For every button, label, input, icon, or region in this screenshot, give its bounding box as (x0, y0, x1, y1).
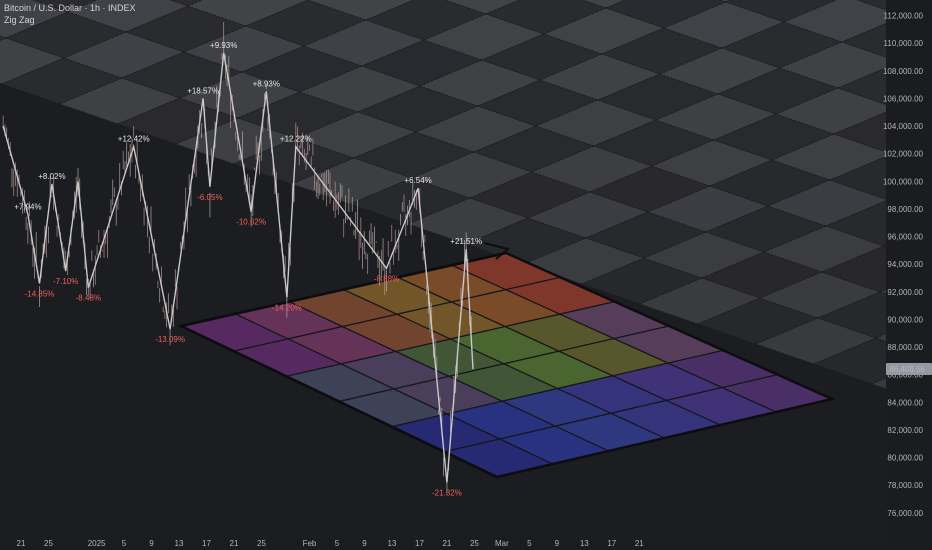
price-tick-label: 98,000.00 (887, 205, 923, 214)
zigzag-label: +12.42% (118, 135, 150, 144)
time-tick-label: 5 (122, 539, 127, 548)
current-price-label: 86,409.56 (889, 365, 925, 374)
price-tick-label: 76,000.00 (887, 509, 923, 518)
zigzag-label: -13.09% (155, 335, 185, 344)
zigzag-label: +6.54% (404, 176, 431, 185)
zigzag-label: -14.85% (25, 290, 55, 299)
time-tick-label: 21 (442, 539, 451, 548)
price-tick-label: 94,000.00 (887, 260, 923, 269)
time-tick-label: 5 (335, 539, 340, 548)
price-tick-label: 96,000.00 (887, 233, 923, 242)
zigzag-label: -6.05% (197, 193, 222, 202)
price-tick-label: 100,000.00 (883, 177, 924, 186)
time-tick-label: 25 (470, 539, 479, 548)
zigzag-label: -8.88% (374, 274, 399, 283)
price-tick-label: 112,000.00 (884, 12, 924, 21)
time-tick-label: 21 (17, 539, 26, 548)
zigzag-label: +9.93% (210, 41, 237, 50)
time-tick-label: 17 (202, 539, 211, 548)
time-tick-label: 17 (607, 539, 616, 548)
time-tick-label: 25 (257, 539, 266, 548)
zigzag-label: +8.02% (38, 172, 65, 181)
zigzag-label: -14.20% (272, 303, 302, 312)
price-tick-label: 84,000.00 (887, 398, 923, 407)
time-tick-label: 13 (388, 539, 397, 548)
time-tick-label: 9 (362, 539, 367, 548)
time-tick-label: 17 (415, 539, 424, 548)
zigzag-label: +7.94% (14, 202, 41, 211)
price-axis[interactable] (886, 0, 932, 550)
price-tick-label: 80,000.00 (887, 454, 923, 463)
zigzag-label: +21.51% (450, 237, 482, 246)
time-tick-label: Mar (495, 539, 509, 548)
zigzag-label: +12.22% (280, 135, 312, 144)
indicator-label[interactable]: Zig Zag (4, 15, 35, 25)
price-tick-label: 90,000.00 (887, 315, 923, 324)
price-tick-label: 92,000.00 (887, 288, 923, 297)
chart-title: Bitcoin / U.S. Dollar · 1h · INDEX (4, 3, 136, 13)
time-tick-label: 21 (635, 539, 644, 548)
time-tick-label: 13 (175, 539, 184, 548)
chart-area[interactable]: +7.94% -14.85% +8.02% -7.10% -8.48% +12.42% -1… (0, 0, 932, 550)
time-tick-label: 21 (230, 539, 239, 548)
time-tick-label: 25 (44, 539, 53, 548)
price-tick-label: 110,000.00 (884, 39, 924, 48)
time-tick-label: Feb (303, 539, 317, 548)
time-tick-label: 5 (527, 539, 532, 548)
price-tick-label: 102,000.00 (883, 150, 924, 159)
zigzag-label: -8.48% (76, 294, 101, 303)
price-chart[interactable]: +7.94% -14.85% +8.02% -7.10% -8.48% +12.42% -1… (0, 0, 932, 550)
price-tick-label: 108,000.00 (883, 67, 924, 76)
zigzag-label: +18.57% (187, 86, 219, 95)
time-tick-label: 9 (149, 539, 154, 548)
price-tick-label: 106,000.00 (883, 94, 924, 103)
time-tick-label: 13 (580, 539, 589, 548)
time-tick-label: 9 (555, 539, 560, 548)
zigzag-label: -10.62% (236, 218, 266, 227)
price-tick-label: 82,000.00 (887, 426, 923, 435)
price-tick-label: 104,000.00 (883, 122, 924, 131)
time-tick-label: 2025 (88, 539, 106, 548)
zigzag-label: -7.10% (53, 277, 78, 286)
price-tick-label: 78,000.00 (887, 481, 923, 490)
price-tick-label: 88,000.00 (887, 343, 923, 352)
zigzag-label: +8.93% (253, 80, 280, 89)
zigzag-label: -21.32% (432, 488, 462, 497)
